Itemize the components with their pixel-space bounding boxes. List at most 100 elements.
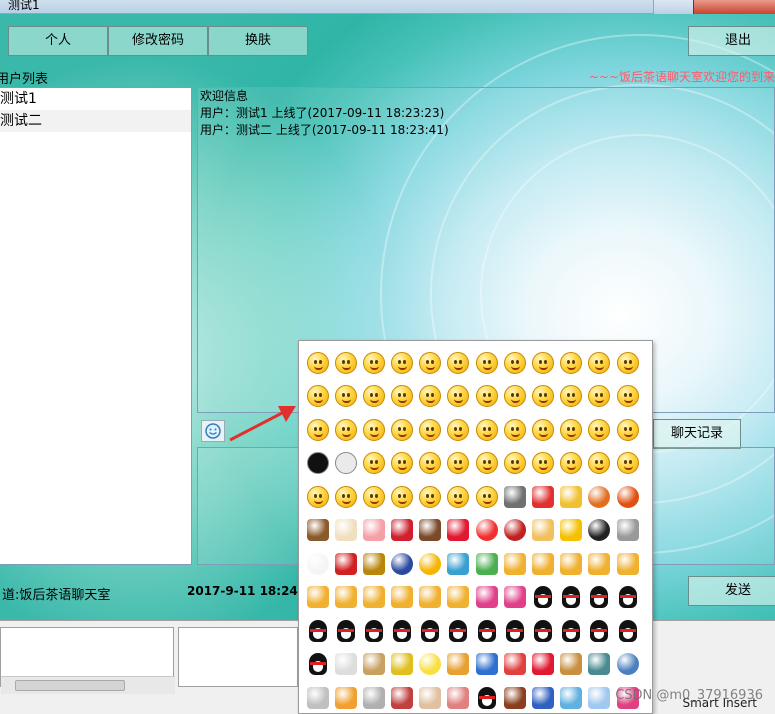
emoji-question-2-icon[interactable]	[530, 413, 557, 447]
emoji-sly-icon[interactable]	[389, 480, 416, 514]
emoji-moon-icon[interactable]	[389, 547, 416, 581]
emoji-penguin-16-icon[interactable]	[614, 614, 641, 648]
user-list[interactable]: 测试1 测试二	[0, 87, 192, 565]
emoji-note-icon[interactable]	[473, 648, 500, 682]
user-list-item[interactable]: 测试二	[0, 110, 191, 132]
emoji-beer-icon[interactable]	[558, 480, 585, 514]
emoji-gift-icon[interactable]	[445, 547, 472, 581]
emoji-cat-icon[interactable]	[332, 648, 359, 682]
tab-change-password[interactable]: 修改密码	[108, 26, 208, 56]
emoji-cool-icon[interactable]	[417, 346, 444, 380]
emoji-whisper-icon[interactable]	[614, 380, 641, 414]
emoji-sun-icon[interactable]	[417, 547, 444, 581]
emoji-angry-icon[interactable]	[389, 346, 416, 380]
emoji-lips-2-icon[interactable]	[530, 648, 557, 682]
emoji-basketball-icon[interactable]	[586, 480, 613, 514]
emoji-surprised-icon[interactable]	[360, 380, 387, 414]
emoji-clock-icon[interactable]	[614, 648, 641, 682]
emoji-hug-icon[interactable]	[473, 547, 500, 581]
emoji-sad-icon[interactable]	[332, 346, 359, 380]
emoji-shy-icon[interactable]	[473, 346, 500, 380]
emoji-wipe-icon[interactable]	[417, 447, 444, 481]
emoji-bulb-icon[interactable]	[417, 648, 444, 682]
emoji-sleepy-icon[interactable]	[530, 346, 557, 380]
emoji-thumbs-up-icon[interactable]	[501, 547, 528, 581]
emoji-bomb-icon[interactable]	[586, 514, 613, 548]
emoji-handshake-icon[interactable]	[558, 547, 585, 581]
emoji-soldier-icon[interactable]	[445, 413, 472, 447]
emoji-broken-heart-icon[interactable]	[501, 514, 528, 548]
tab-personal[interactable]: 个人	[8, 26, 108, 56]
emoji-knife-icon[interactable]	[501, 480, 528, 514]
emoji-penguin-7-icon[interactable]	[360, 614, 387, 648]
emoji-drool-icon[interactable]	[389, 413, 416, 447]
emoji-watermelon-icon[interactable]	[530, 480, 557, 514]
emoji-mail-icon[interactable]	[304, 681, 331, 713]
emoji-beckon-icon[interactable]	[304, 581, 331, 615]
emoji-cocktail-icon[interactable]	[445, 648, 472, 682]
emoji-pill-icon[interactable]	[501, 648, 528, 682]
emoji-sob-icon[interactable]	[558, 346, 585, 380]
close-window-button[interactable]	[693, 0, 775, 14]
emoji-think-icon[interactable]	[530, 380, 557, 414]
emoji-blush-icon[interactable]	[445, 380, 472, 414]
emoji-embarrassed-icon[interactable]	[501, 447, 528, 481]
emoji-skull-face-icon[interactable]	[304, 447, 331, 481]
emoji-penguin-3-icon[interactable]	[586, 581, 613, 615]
emoji-smile-icon[interactable]	[304, 346, 331, 380]
emoji-worried-icon[interactable]	[304, 413, 331, 447]
emoji-grin-icon[interactable]	[360, 346, 387, 380]
emoji-penguin-15-icon[interactable]	[586, 614, 613, 648]
emoji-penguin-11-icon[interactable]	[473, 614, 500, 648]
emoji-rose-icon[interactable]	[389, 514, 416, 548]
chat-history-button[interactable]: 聊天记录	[653, 419, 741, 449]
emoji-tearful-icon[interactable]	[360, 480, 387, 514]
emoji-no-icon[interactable]	[417, 581, 444, 615]
emoji-penguin-8-icon[interactable]	[389, 614, 416, 648]
emoji-phone-icon[interactable]	[586, 648, 613, 682]
emoji-laugh-icon[interactable]	[473, 380, 500, 414]
emoji-bow-icon[interactable]	[614, 547, 641, 581]
emoji-penguin-4-icon[interactable]	[614, 581, 641, 615]
emoji-pitiful-icon[interactable]	[473, 480, 500, 514]
emoji-can-icon[interactable]	[530, 681, 557, 713]
emoji-boy-icon[interactable]	[389, 681, 416, 713]
emoji-ladybug-icon[interactable]	[332, 547, 359, 581]
emoji-victory-icon[interactable]	[586, 547, 613, 581]
emoji-annoyed-icon[interactable]	[501, 380, 528, 414]
emoji-dog-icon[interactable]	[360, 648, 387, 682]
emoji-applaud-icon[interactable]	[473, 447, 500, 481]
emoji-wave-icon[interactable]	[558, 681, 585, 713]
emoji-penguin-10-icon[interactable]	[445, 614, 472, 648]
send-button[interactable]: 发送	[688, 576, 775, 606]
emoji-lips-icon[interactable]	[445, 514, 472, 548]
emoji-frightened-icon[interactable]	[445, 480, 472, 514]
emoji-teeth-icon[interactable]	[332, 380, 359, 414]
emoji-girl-icon[interactable]	[445, 681, 472, 713]
emoji-fight-icon[interactable]	[473, 413, 500, 447]
emoji-pinky-icon[interactable]	[360, 581, 387, 615]
emoji-love-you-icon[interactable]	[389, 581, 416, 615]
emoji-calm-icon[interactable]	[558, 380, 585, 414]
emoji-contempt-icon[interactable]	[304, 480, 331, 514]
emoji-pig-icon[interactable]	[360, 514, 387, 548]
emoji-couple-icon[interactable]	[473, 581, 500, 615]
horizontal-scrollbar[interactable]	[1, 676, 175, 694]
emoji-dagger-icon[interactable]	[614, 514, 641, 548]
emoji-penguin-2-icon[interactable]	[558, 581, 585, 615]
emoji-scared-icon[interactable]	[360, 413, 387, 447]
emoji-picker-button[interactable]	[201, 420, 225, 442]
emoji-frustrated-icon[interactable]	[614, 413, 641, 447]
emoji-money-icon[interactable]	[389, 648, 416, 682]
emoji-penguin-13-icon[interactable]	[530, 614, 557, 648]
emoji-penguin-6-icon[interactable]	[332, 614, 359, 648]
emoji-bottle-icon[interactable]	[501, 681, 528, 713]
emoji-frown-icon[interactable]	[389, 380, 416, 414]
emoji-happy-icon[interactable]	[417, 413, 444, 447]
minimize-button[interactable]	[653, 0, 693, 14]
emoji-cloud-icon[interactable]	[586, 681, 613, 713]
emoji-cake-icon[interactable]	[530, 514, 557, 548]
emoji-wink-icon[interactable]	[332, 413, 359, 447]
emoji-penguin-5-icon[interactable]	[304, 614, 331, 648]
emoji-tv-icon[interactable]	[332, 681, 359, 713]
